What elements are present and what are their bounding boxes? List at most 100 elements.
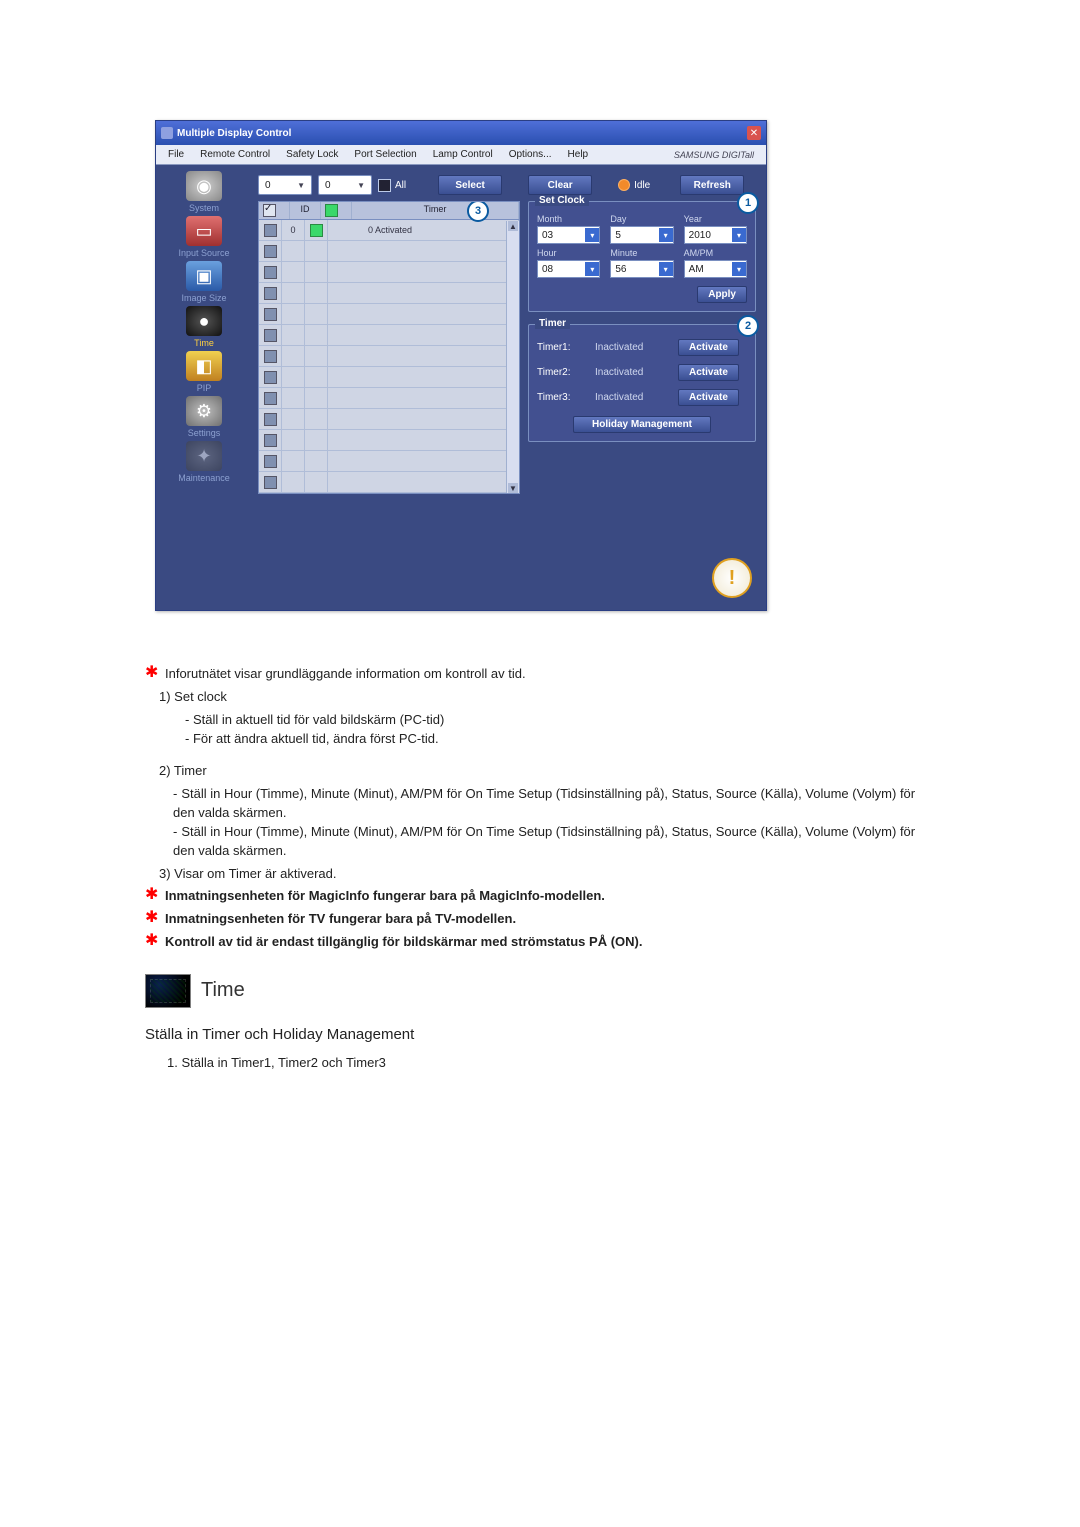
pip-icon: ◧ xyxy=(186,351,222,381)
clear-button[interactable]: Clear xyxy=(528,175,592,195)
checkbox-icon[interactable] xyxy=(263,204,276,217)
table-row[interactable] xyxy=(259,262,519,283)
checkbox-all[interactable]: All xyxy=(378,179,406,192)
refresh-button[interactable]: Refresh xyxy=(680,175,744,195)
menu-remote-control[interactable]: Remote Control xyxy=(192,147,278,162)
timer1-activate-button[interactable]: Activate xyxy=(678,339,739,356)
table-row[interactable] xyxy=(259,409,519,430)
table-row[interactable] xyxy=(259,283,519,304)
sidebar-item-time[interactable]: ● Time xyxy=(169,306,239,348)
close-icon[interactable]: ✕ xyxy=(747,126,761,140)
table-row[interactable] xyxy=(259,451,519,472)
checkbox-icon[interactable] xyxy=(264,245,277,258)
grid-header-id: ID xyxy=(290,202,321,219)
checkbox-icon[interactable] xyxy=(264,455,277,468)
status-square-icon xyxy=(310,224,323,237)
system-icon: ◉ xyxy=(186,171,222,201)
section-title: Time xyxy=(201,976,245,1005)
doc-text: - För att ändra aktuell tid, ändra först… xyxy=(185,730,935,749)
holiday-management-button[interactable]: Holiday Management xyxy=(573,416,711,433)
table-row[interactable] xyxy=(259,325,519,346)
table-row[interactable] xyxy=(259,367,519,388)
doc-text: Ställ in Hour (Timme), Minute (Minut), A… xyxy=(173,824,915,858)
menu-file[interactable]: File xyxy=(160,147,192,162)
menu-options[interactable]: Options... xyxy=(501,147,560,162)
menu-lamp-control[interactable]: Lamp Control xyxy=(425,147,501,162)
checkbox-icon[interactable] xyxy=(264,287,277,300)
scrollbar[interactable]: ▲ ▼ xyxy=(506,221,519,493)
scroll-down-icon[interactable]: ▼ xyxy=(508,483,518,493)
sidebar-item-label: Settings xyxy=(169,428,239,438)
day-select[interactable]: 5▾ xyxy=(610,226,673,244)
minute-select[interactable]: 56▾ xyxy=(610,260,673,278)
sidebar-item-pip[interactable]: ◧ PIP xyxy=(169,351,239,393)
checkbox-icon[interactable] xyxy=(264,476,277,489)
apply-button[interactable]: Apply xyxy=(697,286,747,303)
checkbox-icon[interactable] xyxy=(264,434,277,447)
sidebar-item-label: Image Size xyxy=(169,293,239,303)
sidebar-item-settings[interactable]: ⚙ Settings xyxy=(169,396,239,438)
scroll-up-icon[interactable]: ▲ xyxy=(508,221,518,231)
month-select[interactable]: 03▾ xyxy=(537,226,600,244)
sidebar-item-image-size[interactable]: ▣ Image Size xyxy=(169,261,239,303)
ampm-select[interactable]: AM▾ xyxy=(684,260,747,278)
app-icon xyxy=(161,127,173,139)
checkbox-label: All xyxy=(395,180,406,191)
checkbox-icon[interactable] xyxy=(264,413,277,426)
menubar: File Remote Control Safety Lock Port Sel… xyxy=(156,145,766,165)
checkbox-icon[interactable] xyxy=(264,308,277,321)
menu-safety-lock[interactable]: Safety Lock xyxy=(278,147,346,162)
chevron-down-icon: ▾ xyxy=(585,228,599,242)
set-clock-panel: 1 Set Clock Month 03▾ Day 5▾ Year 2010▾ xyxy=(528,201,756,312)
chevron-down-icon: ▾ xyxy=(732,228,746,242)
day-label: Day xyxy=(610,214,673,224)
table-row[interactable] xyxy=(259,346,519,367)
sidebar-item-system[interactable]: ◉ System xyxy=(169,171,239,213)
window-title: Multiple Display Control xyxy=(177,128,747,139)
hour-select[interactable]: 08▾ xyxy=(537,260,600,278)
table-row[interactable] xyxy=(259,388,519,409)
month-label: Month xyxy=(537,214,600,224)
maintenance-icon: ✦ xyxy=(186,441,222,471)
sidebar-item-label: System xyxy=(169,203,239,213)
dropdown-2[interactable]: 0▼ xyxy=(318,175,372,195)
mdc-window: Multiple Display Control ✕ File Remote C… xyxy=(155,120,767,611)
checkbox-icon[interactable] xyxy=(264,350,277,363)
menu-help[interactable]: Help xyxy=(560,147,597,162)
checkbox-icon[interactable] xyxy=(264,266,277,279)
chevron-down-icon: ▾ xyxy=(659,228,673,242)
table-row[interactable] xyxy=(259,430,519,451)
table-row[interactable] xyxy=(259,304,519,325)
grid-header-check xyxy=(259,202,290,219)
table-row[interactable]: 0 0 Activated xyxy=(259,220,519,241)
dropdown-1[interactable]: 0▼ xyxy=(258,175,312,195)
sidebar-item-maintenance[interactable]: ✦ Maintenance xyxy=(169,441,239,483)
menu-port-selection[interactable]: Port Selection xyxy=(346,147,424,162)
table-row[interactable] xyxy=(259,472,519,493)
time-section-icon xyxy=(145,974,191,1008)
table-row[interactable] xyxy=(259,241,519,262)
checkbox-icon[interactable] xyxy=(264,329,277,342)
time-icon: ● xyxy=(186,306,222,336)
doc-text: - Ställ in aktuell tid för vald bildskär… xyxy=(185,711,935,730)
timer3-label: Timer3: xyxy=(537,392,587,403)
star-icon: ✱ xyxy=(145,910,159,926)
toolbar: 0▼ 0▼ All Select Clear Idle Refresh xyxy=(258,175,756,195)
select-value: 2010 xyxy=(689,230,711,241)
panel-title: Set Clock xyxy=(535,195,589,206)
year-select[interactable]: 2010 ▾ xyxy=(684,226,747,244)
status-square-icon xyxy=(325,204,338,217)
checkbox-icon[interactable] xyxy=(264,392,277,405)
sidebar-item-input-source[interactable]: ▭ Input Source xyxy=(169,216,239,258)
checkbox-icon[interactable] xyxy=(264,371,277,384)
checkbox-icon[interactable] xyxy=(264,224,277,237)
select-button[interactable]: Select xyxy=(438,175,502,195)
callout-badge-3: 3 xyxy=(467,201,489,222)
select-value: AM xyxy=(689,264,704,275)
warning-icon: ! xyxy=(712,558,752,598)
timer3-activate-button[interactable]: Activate xyxy=(678,389,739,406)
hour-label: Hour xyxy=(537,248,600,258)
timer2-activate-button[interactable]: Activate xyxy=(678,364,739,381)
chevron-down-icon: ▾ xyxy=(659,262,673,276)
image-size-icon: ▣ xyxy=(186,261,222,291)
